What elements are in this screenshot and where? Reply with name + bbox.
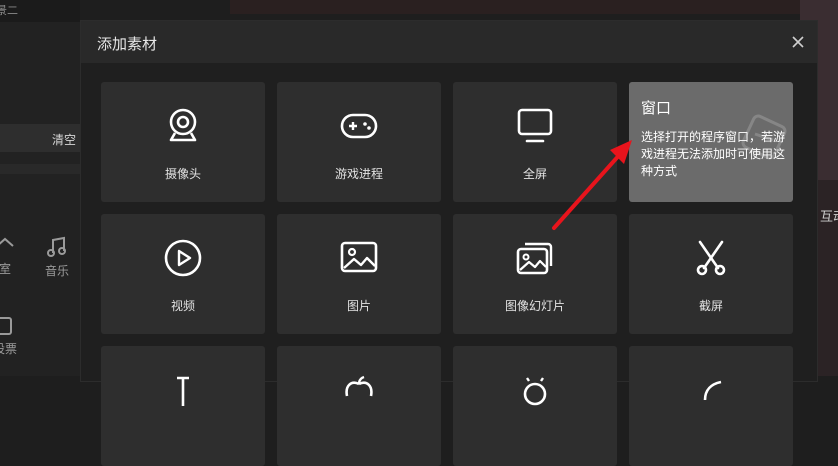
monitor-icon — [517, 108, 553, 143]
play-icon — [164, 239, 202, 277]
tile-label-fullscreen: 全屏 — [522, 167, 547, 181]
tile-label-image: 图片 — [346, 299, 371, 313]
dialog-title: 添加素材 — [97, 35, 158, 53]
tile-label-game-process: 游戏进程 — [334, 167, 383, 181]
close-button[interactable] — [787, 31, 809, 53]
tile-label-video: 视频 — [170, 299, 195, 313]
tile-description-window: 选择打开的程序窗口，若游戏进程无法添加时可使用这种方式 — [641, 130, 786, 178]
nav-item-ticket[interactable]: 设票 — [0, 316, 20, 357]
background-top-text: 景二 — [0, 4, 18, 17]
nav-label-ticket: 设票 — [0, 342, 17, 356]
apple-icon — [345, 375, 373, 397]
clear-button[interactable]: 清空 — [52, 131, 76, 148]
add-source-dialog: 添加素材 摄像头 游戏进程 全屏 窗口 选择打开的程序窗口，若游戏进程无法添加时… — [80, 20, 818, 466]
camera-icon — [169, 108, 197, 142]
background-top-item: 景二 — [0, 0, 80, 22]
text-icon — [177, 376, 189, 406]
scissors-icon — [696, 240, 726, 276]
source-grid: 摄像头 游戏进程 全屏 窗口 选择打开的程序窗口，若游戏进程无法添加时可使用这种… — [81, 63, 817, 466]
tile-slideshow[interactable]: 图像幻灯片 — [453, 214, 617, 334]
music-icon — [47, 236, 66, 257]
background-clear-bar: 清空 — [0, 124, 80, 152]
background-right-text: 互动 — [820, 210, 838, 225]
tile-row3-2[interactable] — [277, 346, 441, 466]
tile-fullscreen[interactable]: 全屏 — [453, 82, 617, 202]
tile-image[interactable]: 图片 — [277, 214, 441, 334]
clock-icon — [523, 377, 547, 406]
gamepad-icon — [340, 113, 378, 139]
tile-camera[interactable]: 摄像头 — [101, 82, 265, 202]
tile-label-window: 窗口 — [641, 99, 672, 117]
tile-screenshot[interactable]: 截屏 — [629, 214, 793, 334]
background-top-strip — [230, 0, 800, 14]
tile-label-camera: 摄像头 — [164, 167, 201, 181]
ticket-icon — [0, 317, 12, 335]
tile-row3-3[interactable] — [453, 346, 617, 466]
image-icon — [340, 241, 378, 273]
tile-window[interactable]: 窗口 选择打开的程序窗口，若游戏进程无法添加时可使用这种方式 — [629, 82, 793, 202]
nav-label-room: 室 — [0, 262, 11, 276]
background-divider — [0, 164, 80, 174]
home-icon — [0, 237, 14, 247]
nav-item-music[interactable]: 音乐 — [42, 236, 72, 279]
tile-video[interactable]: 视频 — [101, 214, 265, 334]
tile-game-process[interactable]: 游戏进程 — [277, 82, 441, 202]
browser-icon — [703, 380, 722, 401]
nav-item-room[interactable]: 室 — [0, 236, 20, 277]
tile-row3-1[interactable] — [101, 346, 265, 466]
tile-label-screenshot: 截屏 — [698, 299, 723, 313]
slideshow-icon — [516, 242, 553, 275]
background-sidebar: 景二 清空 室 音乐 设票 — [0, 0, 80, 376]
tile-row3-4[interactable] — [629, 346, 793, 466]
close-icon — [792, 36, 804, 48]
tile-label-slideshow: 图像幻灯片 — [504, 299, 565, 313]
nav-label-music: 音乐 — [44, 264, 69, 278]
dialog-header: 添加素材 — [81, 21, 817, 63]
